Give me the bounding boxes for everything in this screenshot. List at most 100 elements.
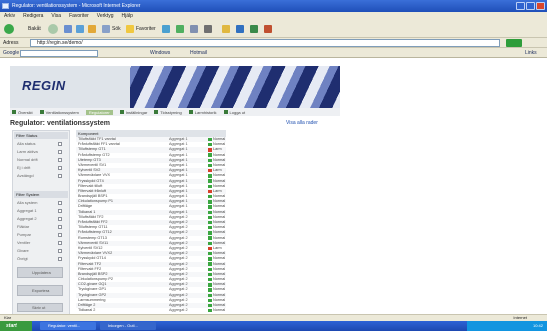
nav-overview[interactable]: Översikt (12, 110, 33, 115)
table-row[interactable]: Tidkanal 2 Aggregat 2 Normal (76, 308, 226, 313)
filter-option[interactable]: Aggregat 2 (13, 215, 69, 223)
nav-label: Regulatorer (88, 109, 110, 115)
google-search-input[interactable] (20, 50, 98, 57)
component-table: Komponent Tilluftsfläkt TF1 varvtal Aggre… (76, 130, 226, 313)
status-bar: Klar Internet (0, 314, 547, 321)
filter-option[interactable]: Givare (13, 247, 69, 255)
stop-icon[interactable] (64, 25, 72, 33)
media-icon[interactable] (162, 25, 170, 33)
filter-status-header: Filter Status (14, 132, 68, 139)
close-icon[interactable] (536, 2, 545, 10)
filter-label: Pumpar (17, 232, 32, 237)
nav-schedule[interactable]: Tidsstyrning (154, 110, 182, 115)
address-input[interactable]: http://regin.se/demo/ (30, 39, 500, 47)
tool-icon[interactable] (264, 25, 272, 33)
filter-checkbox[interactable] (58, 150, 62, 154)
print-icon[interactable] (204, 25, 212, 33)
filter-option[interactable]: Fläktar (13, 223, 69, 231)
filter-checkbox[interactable] (58, 158, 62, 162)
menu-tools[interactable]: Verktyg (97, 12, 114, 20)
menu-view[interactable]: Visa (51, 12, 61, 20)
nav-regulators[interactable]: Regulatorer (85, 109, 113, 115)
status-icon (208, 194, 212, 199)
filter-option[interactable]: Normal drift (13, 156, 69, 164)
nav-ventilation[interactable]: Ventilationssystem (39, 109, 79, 115)
home-icon[interactable] (88, 25, 96, 33)
filter-system-header: Filter System (14, 191, 68, 198)
menu-help[interactable]: Hjälp (121, 12, 132, 20)
export-button[interactable]: Exportera (17, 285, 63, 296)
print-button[interactable]: Skriv ut (17, 303, 63, 312)
folder-icon[interactable] (222, 25, 230, 33)
menu-edit[interactable]: Redigera (23, 12, 43, 20)
back-label[interactable]: Bakåt (28, 26, 41, 32)
status-icon (208, 272, 212, 277)
status-icon (208, 148, 212, 152)
link-windows[interactable]: Windows (150, 50, 170, 56)
filter-checkbox[interactable] (58, 201, 62, 205)
start-button[interactable]: start (0, 321, 32, 331)
filter-checkbox[interactable] (58, 142, 62, 146)
system-tray: 10:42 (467, 321, 547, 331)
nav-alarm-history[interactable]: Larmhistorik (188, 110, 217, 115)
refresh-button[interactable]: Uppdatera (17, 267, 63, 278)
filter-option[interactable]: Övrigt (13, 255, 69, 263)
link-hotmail[interactable]: Hotmail (190, 50, 207, 56)
filter-checkbox[interactable] (58, 225, 62, 229)
filter-option[interactable]: Ej i drift (13, 164, 69, 172)
nav-logout[interactable]: Logga ut (223, 110, 245, 115)
favorites-label[interactable]: Favoriter (136, 26, 156, 32)
filter-checkbox[interactable] (58, 166, 62, 170)
status-icon (208, 226, 212, 230)
filter-option[interactable]: Ventiler (13, 239, 69, 247)
banner-stripes (130, 66, 340, 108)
filter-option[interactable]: Alla system (13, 199, 69, 207)
links-label[interactable]: Links (525, 50, 537, 56)
filter-option[interactable]: Larm aktiva (13, 148, 69, 156)
status-icon (208, 236, 212, 240)
filter-checkbox[interactable] (58, 241, 62, 245)
filter-label: Ej i drift (17, 165, 31, 170)
nav-label: Ventilationssystem (45, 109, 79, 115)
filter-option[interactable]: Pumpar (13, 231, 69, 239)
filter-option[interactable]: Aggregat 1 (13, 207, 69, 215)
minimize-icon[interactable] (516, 2, 525, 10)
menu-file[interactable]: Arkiv (4, 12, 15, 20)
status-icon (208, 163, 212, 168)
refresh-icon[interactable] (76, 25, 84, 33)
forward-icon[interactable] (48, 24, 58, 34)
excel-icon[interactable] (250, 25, 258, 33)
taskbar: start Regulator: ventil... Inkorgen - Ou… (0, 321, 547, 331)
filter-checkbox[interactable] (58, 233, 62, 237)
favorites-icon[interactable] (126, 25, 134, 33)
filter-option[interactable]: Alla status (13, 140, 69, 148)
filter-checkbox[interactable] (58, 174, 62, 178)
back-icon[interactable] (4, 24, 14, 34)
filter-checkbox[interactable] (58, 217, 62, 221)
nav-settings[interactable]: Inställningar (119, 110, 147, 115)
nav-icon (39, 110, 44, 114)
history-icon[interactable] (176, 25, 184, 33)
menu-favorites[interactable]: Favoriter (69, 12, 89, 20)
regin-banner: REGIN (10, 66, 340, 108)
regin-logo: REGIN (22, 78, 66, 93)
filter-checkbox[interactable] (58, 209, 62, 213)
search-label[interactable]: Sök (112, 26, 121, 32)
search-icon[interactable] (102, 25, 110, 33)
maximize-icon[interactable] (526, 2, 535, 10)
show-all-link[interactable]: Visa alla rader (286, 120, 318, 126)
nav-icon (188, 110, 193, 114)
mail-icon[interactable] (190, 25, 198, 33)
window-title: Regulator: ventilationssystem - Microsof… (12, 3, 141, 9)
taskbar-item-browser[interactable]: Regulator: ventil... (40, 322, 96, 330)
filter-checkbox[interactable] (58, 257, 62, 261)
filter-checkbox[interactable] (58, 249, 62, 253)
window-titlebar[interactable]: Regulator: ventilationssystem - Microsof… (0, 0, 547, 12)
status-icon (208, 241, 212, 246)
status-icon (208, 174, 212, 178)
filter-option[interactable]: Avstängd (13, 172, 69, 180)
taskbar-item-outlook[interactable]: Inkorgen - Outl... (100, 322, 156, 330)
word-icon[interactable] (236, 25, 244, 33)
go-button[interactable] (506, 39, 522, 47)
filter-label: Alla status (17, 141, 36, 146)
